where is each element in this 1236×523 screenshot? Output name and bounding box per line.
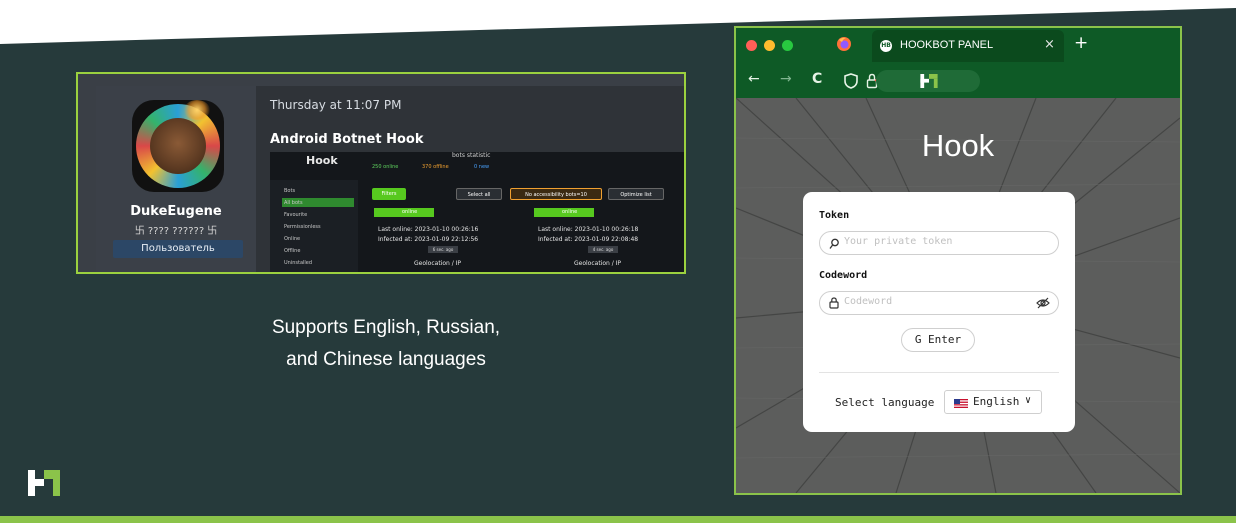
time-ago-badge: 4 sec. ago xyxy=(588,246,618,253)
sidebar-item-offline: Offline xyxy=(284,248,301,254)
tab-favicon-icon: HB xyxy=(880,40,892,52)
bear-face-image xyxy=(150,118,206,174)
stage: DukeEugene 卐 ???? ?????? 卐 Пользователь … xyxy=(0,0,1236,523)
token-input[interactable] xyxy=(844,236,1034,247)
user-title: 卐 ???? ?????? 卐 xyxy=(134,226,218,237)
address-bar[interactable] xyxy=(876,70,980,92)
chevron-down-icon: ∨ xyxy=(1025,395,1032,406)
forward-button[interactable]: → xyxy=(780,71,792,87)
sidebar-item-permissionless: Permissionless xyxy=(284,224,321,230)
us-flag-icon xyxy=(954,399,968,408)
user-role-badge: Пользователь xyxy=(113,240,243,258)
minimize-window-button[interactable] xyxy=(764,40,775,51)
navigation-bar: ← → C xyxy=(736,64,1180,98)
browser-window: HB HOOKBOT PANEL × + ← → C Hook Token Yo… xyxy=(734,26,1182,495)
geolocation-label: Geolocation / IP xyxy=(414,260,462,267)
enter-button[interactable]: G Enter xyxy=(901,328,975,352)
shield-icon[interactable] xyxy=(844,73,858,89)
time-ago-badge: 6 sec. ago xyxy=(428,246,458,253)
close-icon[interactable]: × xyxy=(1044,37,1055,52)
select-all-button: Select all xyxy=(456,188,502,200)
filters-button: Filters xyxy=(372,188,406,200)
avatar xyxy=(132,100,224,192)
post-date[interactable]: Thursday at 11:07 PM xyxy=(270,98,401,112)
panel-logo-text: Hook xyxy=(306,154,338,167)
divider xyxy=(819,372,1059,373)
sidebar-item-bots: Bots xyxy=(284,188,296,194)
page-title: Hook xyxy=(921,128,995,163)
accent-footer-bar xyxy=(0,516,1236,523)
post-title: Android Botnet Hook xyxy=(270,132,424,147)
codeword-input[interactable] xyxy=(844,296,1034,307)
flame-image xyxy=(184,100,210,120)
bots-statistic-label: bots statistic xyxy=(452,152,491,159)
brand-logo xyxy=(28,470,60,496)
infected-at-text: Infected at: 2023-01-09 22:08:48 xyxy=(538,236,639,243)
language-select[interactable]: English ∨ xyxy=(944,390,1042,414)
stat-online: 250 online xyxy=(372,164,399,170)
caption: Supports English, Russian, and Chinese l… xyxy=(200,312,572,376)
sidebar-item-all-bots: All bots xyxy=(284,200,303,206)
infected-at-text: Infected at: 2023-01-09 22:12:56 xyxy=(378,236,479,243)
forum-post: DukeEugene 卐 ???? ?????? 卐 Пользователь … xyxy=(96,86,684,272)
tab-bar: HB HOOKBOT PANEL × + xyxy=(736,28,1180,64)
no-accessibility-button: No accessibility bots=10 xyxy=(510,188,602,200)
login-form: Token Codeword xyxy=(803,192,1075,432)
sidebar-item-online: Online xyxy=(284,236,301,242)
stat-new: 0 new xyxy=(474,164,490,170)
site-logo-icon xyxy=(920,74,938,88)
hide-password-icon[interactable] xyxy=(1036,296,1050,310)
user-profile-card: DukeEugene 卐 ???? ?????? 卐 Пользователь xyxy=(96,86,256,272)
forum-post-screenshot: DukeEugene 卐 ???? ?????? 卐 Пользователь … xyxy=(76,72,686,274)
panel-sidebar: Bots All bots Favourite Permissionless O… xyxy=(270,180,358,272)
token-field[interactable] xyxy=(819,231,1059,255)
codeword-field[interactable] xyxy=(819,291,1059,315)
caption-line-2: and Chinese languages xyxy=(286,349,486,370)
tab-hookbot-panel[interactable]: HB HOOKBOT PANEL × xyxy=(872,30,1064,62)
last-online-text: Last online: 2023-01-10 00:26:18 xyxy=(538,226,639,233)
firefox-icon xyxy=(837,37,851,51)
back-button[interactable]: ← xyxy=(748,71,760,87)
hook-panel-preview-image: Hook bots statistic 250 online 370 offli… xyxy=(270,152,684,272)
geolocation-label: Geolocation / IP xyxy=(574,260,622,267)
login-page: Hook Token Codeword xyxy=(736,98,1180,493)
bot-card: online Last online: 2023-01-10 00:26:16 … xyxy=(368,206,518,272)
caption-line-1: Supports English, Russian, xyxy=(271,317,501,338)
sidebar-item-uninstalled: Uninstalled xyxy=(284,260,313,266)
search-icon xyxy=(829,238,839,249)
close-window-button[interactable] xyxy=(746,40,757,51)
maximize-window-button[interactable] xyxy=(782,40,793,51)
bot-card: online Last online: 2023-01-10 00:26:18 … xyxy=(528,206,678,272)
token-label: Token xyxy=(819,210,850,221)
bot-status: online xyxy=(562,209,578,215)
new-tab-button[interactable]: + xyxy=(1074,33,1088,53)
bot-status: online xyxy=(402,209,418,215)
last-online-text: Last online: 2023-01-10 00:26:16 xyxy=(378,226,479,233)
reload-button[interactable]: C xyxy=(812,71,822,87)
stat-offline: 370 offline xyxy=(422,164,449,170)
select-language-label: Select language xyxy=(835,396,935,409)
optimize-list-button: Optimize list xyxy=(608,188,664,200)
lock-icon xyxy=(829,297,839,309)
username[interactable]: DukeEugene xyxy=(96,204,256,219)
selected-language: English xyxy=(973,395,1020,408)
tab-title: HOOKBOT PANEL xyxy=(900,39,994,51)
sidebar-item-favourite: Favourite xyxy=(284,212,308,218)
codeword-label: Codeword xyxy=(819,270,868,281)
